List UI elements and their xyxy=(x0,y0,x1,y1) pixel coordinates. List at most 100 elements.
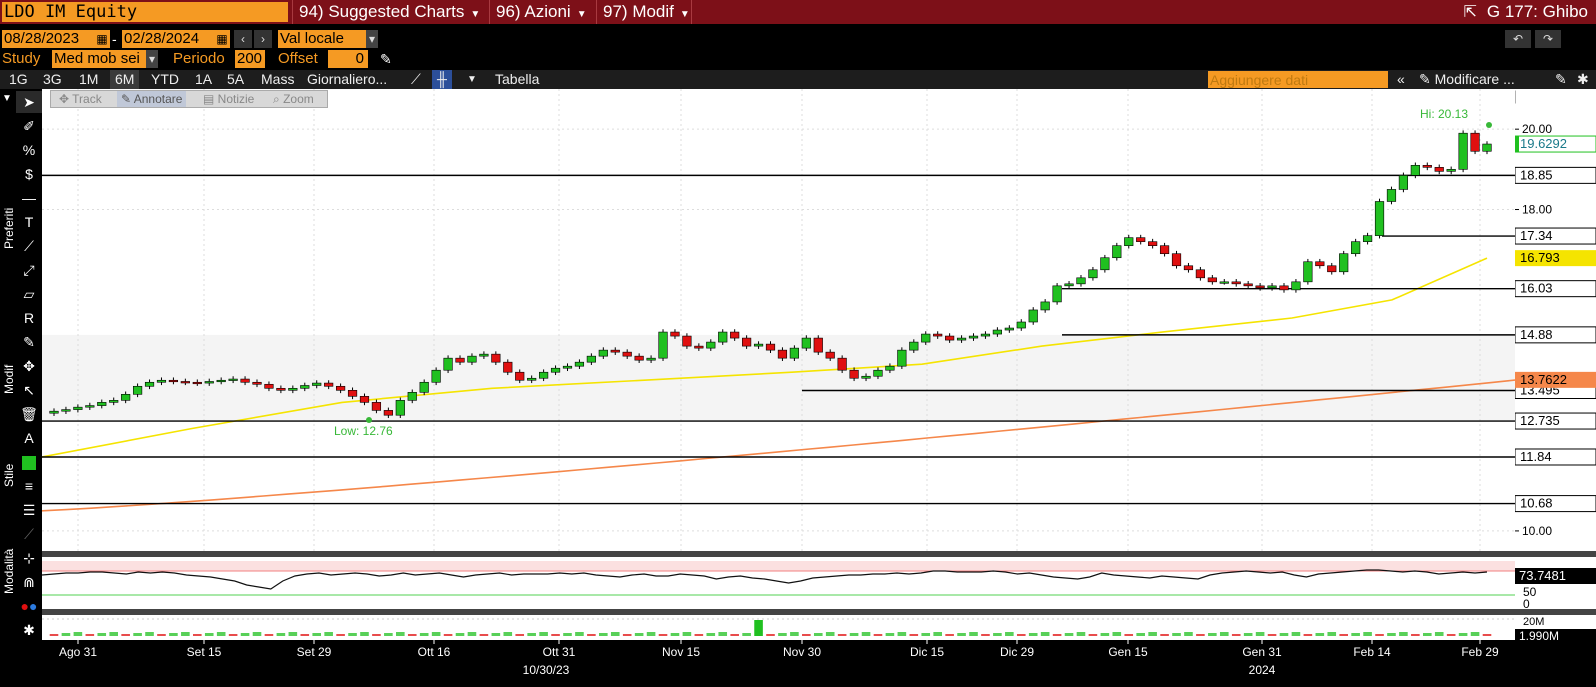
ticker-input[interactable]: LDO IM Equity xyxy=(2,2,288,22)
suggested-charts-menu[interactable]: 94) Suggested Charts ▼ xyxy=(292,0,486,24)
volume-bar xyxy=(300,634,310,636)
line-weight-icon[interactable]: ≡ xyxy=(16,475,42,497)
draw-tool-icon[interactable]: ✐ xyxy=(16,115,42,137)
range-1g[interactable]: 1G xyxy=(4,70,33,89)
rsi-tick-label: 0 xyxy=(1523,597,1530,611)
volume-bar xyxy=(969,632,978,636)
range-5a[interactable]: 5A xyxy=(222,70,249,89)
volume-bar xyxy=(587,634,596,636)
range-6m[interactable]: 6M xyxy=(110,70,140,89)
undo-icon[interactable]: ↶ xyxy=(1505,30,1531,48)
level-tag: 12.735 xyxy=(1520,413,1560,428)
low-marker xyxy=(366,417,372,424)
zoom-button[interactable]: ⌕ Zoom xyxy=(269,91,318,107)
fib-percent-icon[interactable]: % xyxy=(16,139,42,161)
range-1m[interactable]: 1M xyxy=(74,70,103,89)
channel-icon[interactable]: ▱ xyxy=(16,283,42,305)
candle-body xyxy=(144,381,155,387)
modify-button[interactable]: ✎ Modificare ... xyxy=(1414,70,1520,89)
annotare-button[interactable]: ✎ Annotare xyxy=(117,91,187,107)
trash-icon[interactable]: 🗑 xyxy=(16,403,42,425)
line-chart-icon[interactable]: ⟋ xyxy=(406,70,426,89)
brush-icon[interactable]: ✎ xyxy=(16,331,42,353)
volume-value-label: 1.990M xyxy=(1519,629,1559,643)
chart-panel[interactable]: Hi: 20.13 Low: 12.76 Ago 31 Set 15 Set 29 Ott… xyxy=(41,89,1518,678)
candle-body xyxy=(1171,253,1182,267)
caret-down-icon[interactable]: ▼ xyxy=(462,70,482,89)
zoom-label: Zoom xyxy=(283,92,314,106)
offset-field[interactable]: 0 xyxy=(328,50,368,68)
volume-bar xyxy=(1040,632,1050,636)
caret-down-icon[interactable]: ▾ xyxy=(146,50,158,68)
candle-body xyxy=(455,357,465,363)
candle-body xyxy=(586,355,596,363)
candle-body xyxy=(61,409,71,412)
volume-bar xyxy=(825,632,835,636)
color-swatch-icon[interactable] xyxy=(16,451,42,473)
candle-body xyxy=(156,379,167,383)
track-button[interactable]: ✥ Track xyxy=(55,91,106,107)
currency-select[interactable]: Val locale xyxy=(278,30,366,48)
candle-body xyxy=(861,375,871,379)
volume-bar xyxy=(993,633,1002,636)
font-icon[interactable]: A xyxy=(16,427,42,449)
range-ytd[interactable]: YTD xyxy=(146,70,184,89)
rsi-overbought-band xyxy=(42,561,1515,571)
range-toolbar: 1G 3G 1M 6M YTD 1A 5A Mass Giornaliero..… xyxy=(0,70,1596,89)
fib-dollar-icon[interactable]: $ xyxy=(16,163,42,185)
magnet-icon[interactable]: ⋒ xyxy=(16,571,42,593)
range-mass[interactable]: Mass xyxy=(256,70,299,89)
dots-icon[interactable]: ●● xyxy=(16,595,42,617)
pencil-icon[interactable]: ✎ xyxy=(380,50,398,68)
candle-body xyxy=(192,381,202,385)
regression-icon[interactable]: R xyxy=(16,307,42,329)
candle-body xyxy=(479,353,489,357)
frequency-select[interactable]: Giornaliero... xyxy=(302,70,392,89)
caret-down-icon[interactable]: ▼ xyxy=(2,93,12,104)
select-icon[interactable]: ↖ xyxy=(16,379,42,401)
move-icon[interactable]: ✥ xyxy=(16,355,42,377)
period-field[interactable]: 200 xyxy=(235,50,265,68)
redo-icon[interactable]: ↷ xyxy=(1535,30,1561,48)
end-date-field[interactable]: 02/28/2024 xyxy=(122,30,214,48)
eraser-icon[interactable]: ⟋ xyxy=(16,523,42,545)
next-period-button[interactable]: › xyxy=(254,30,272,48)
modif-menu[interactable]: 97) Modif ▼ xyxy=(596,0,692,24)
pointer-icon[interactable]: ➤ xyxy=(16,91,42,113)
axis-separator xyxy=(1515,551,1596,557)
candlestick-icon[interactable]: ╫ xyxy=(432,70,452,89)
range-1a[interactable]: 1A xyxy=(190,70,217,89)
collapse-icon[interactable]: « xyxy=(1392,70,1410,89)
level-tag: 18.85 xyxy=(1520,167,1553,182)
calendar-icon[interactable]: ▦ xyxy=(94,30,110,48)
price-chart[interactable]: Hi: 20.13 Low: 12.76 Ago 31 Set 15 Set 29 Ott… xyxy=(41,89,1518,678)
volume-bar xyxy=(718,632,728,636)
line-style-icon[interactable]: ☰ xyxy=(16,499,42,521)
caret-down-icon[interactable]: ▾ xyxy=(366,30,378,48)
text-icon[interactable]: T xyxy=(16,211,42,233)
horizontal-line-icon[interactable]: — xyxy=(16,187,42,209)
candle-body xyxy=(1482,143,1492,152)
external-link-icon[interactable]: ⇱ xyxy=(1463,4,1476,21)
notizie-button[interactable]: ▤ Notizie xyxy=(199,91,258,107)
crosshair-icon: ✥ xyxy=(59,92,73,106)
ray-icon[interactable]: ⤢ xyxy=(16,259,42,281)
azioni-menu[interactable]: 96) Azioni ▼ xyxy=(489,0,593,24)
calendar-icon[interactable]: ▦ xyxy=(214,30,230,48)
crosshair-icon[interactable]: ⊹ xyxy=(16,547,42,569)
candle-body xyxy=(873,369,883,377)
prev-period-button[interactable]: ‹ xyxy=(234,30,252,48)
edit-icon[interactable]: ✎ xyxy=(1550,70,1572,89)
table-button[interactable]: Tabella xyxy=(490,70,544,89)
menu-label: Azioni xyxy=(524,2,571,21)
volume-bar xyxy=(264,634,274,636)
window-title[interactable]: ⇱ G 177: Ghibo xyxy=(1463,0,1588,24)
gear-icon[interactable]: ✱ xyxy=(1572,70,1594,89)
candle-body xyxy=(204,381,214,384)
start-date-field[interactable]: 08/28/2023 xyxy=(2,30,94,48)
range-3g[interactable]: 3G xyxy=(38,70,67,89)
add-data-input[interactable]: Aggiungere dati xyxy=(1208,71,1388,88)
trendline-icon[interactable]: ⟋ xyxy=(16,235,42,257)
gear-icon[interactable]: ✱ xyxy=(16,619,42,641)
study-select[interactable]: Med mob sei xyxy=(52,50,146,68)
